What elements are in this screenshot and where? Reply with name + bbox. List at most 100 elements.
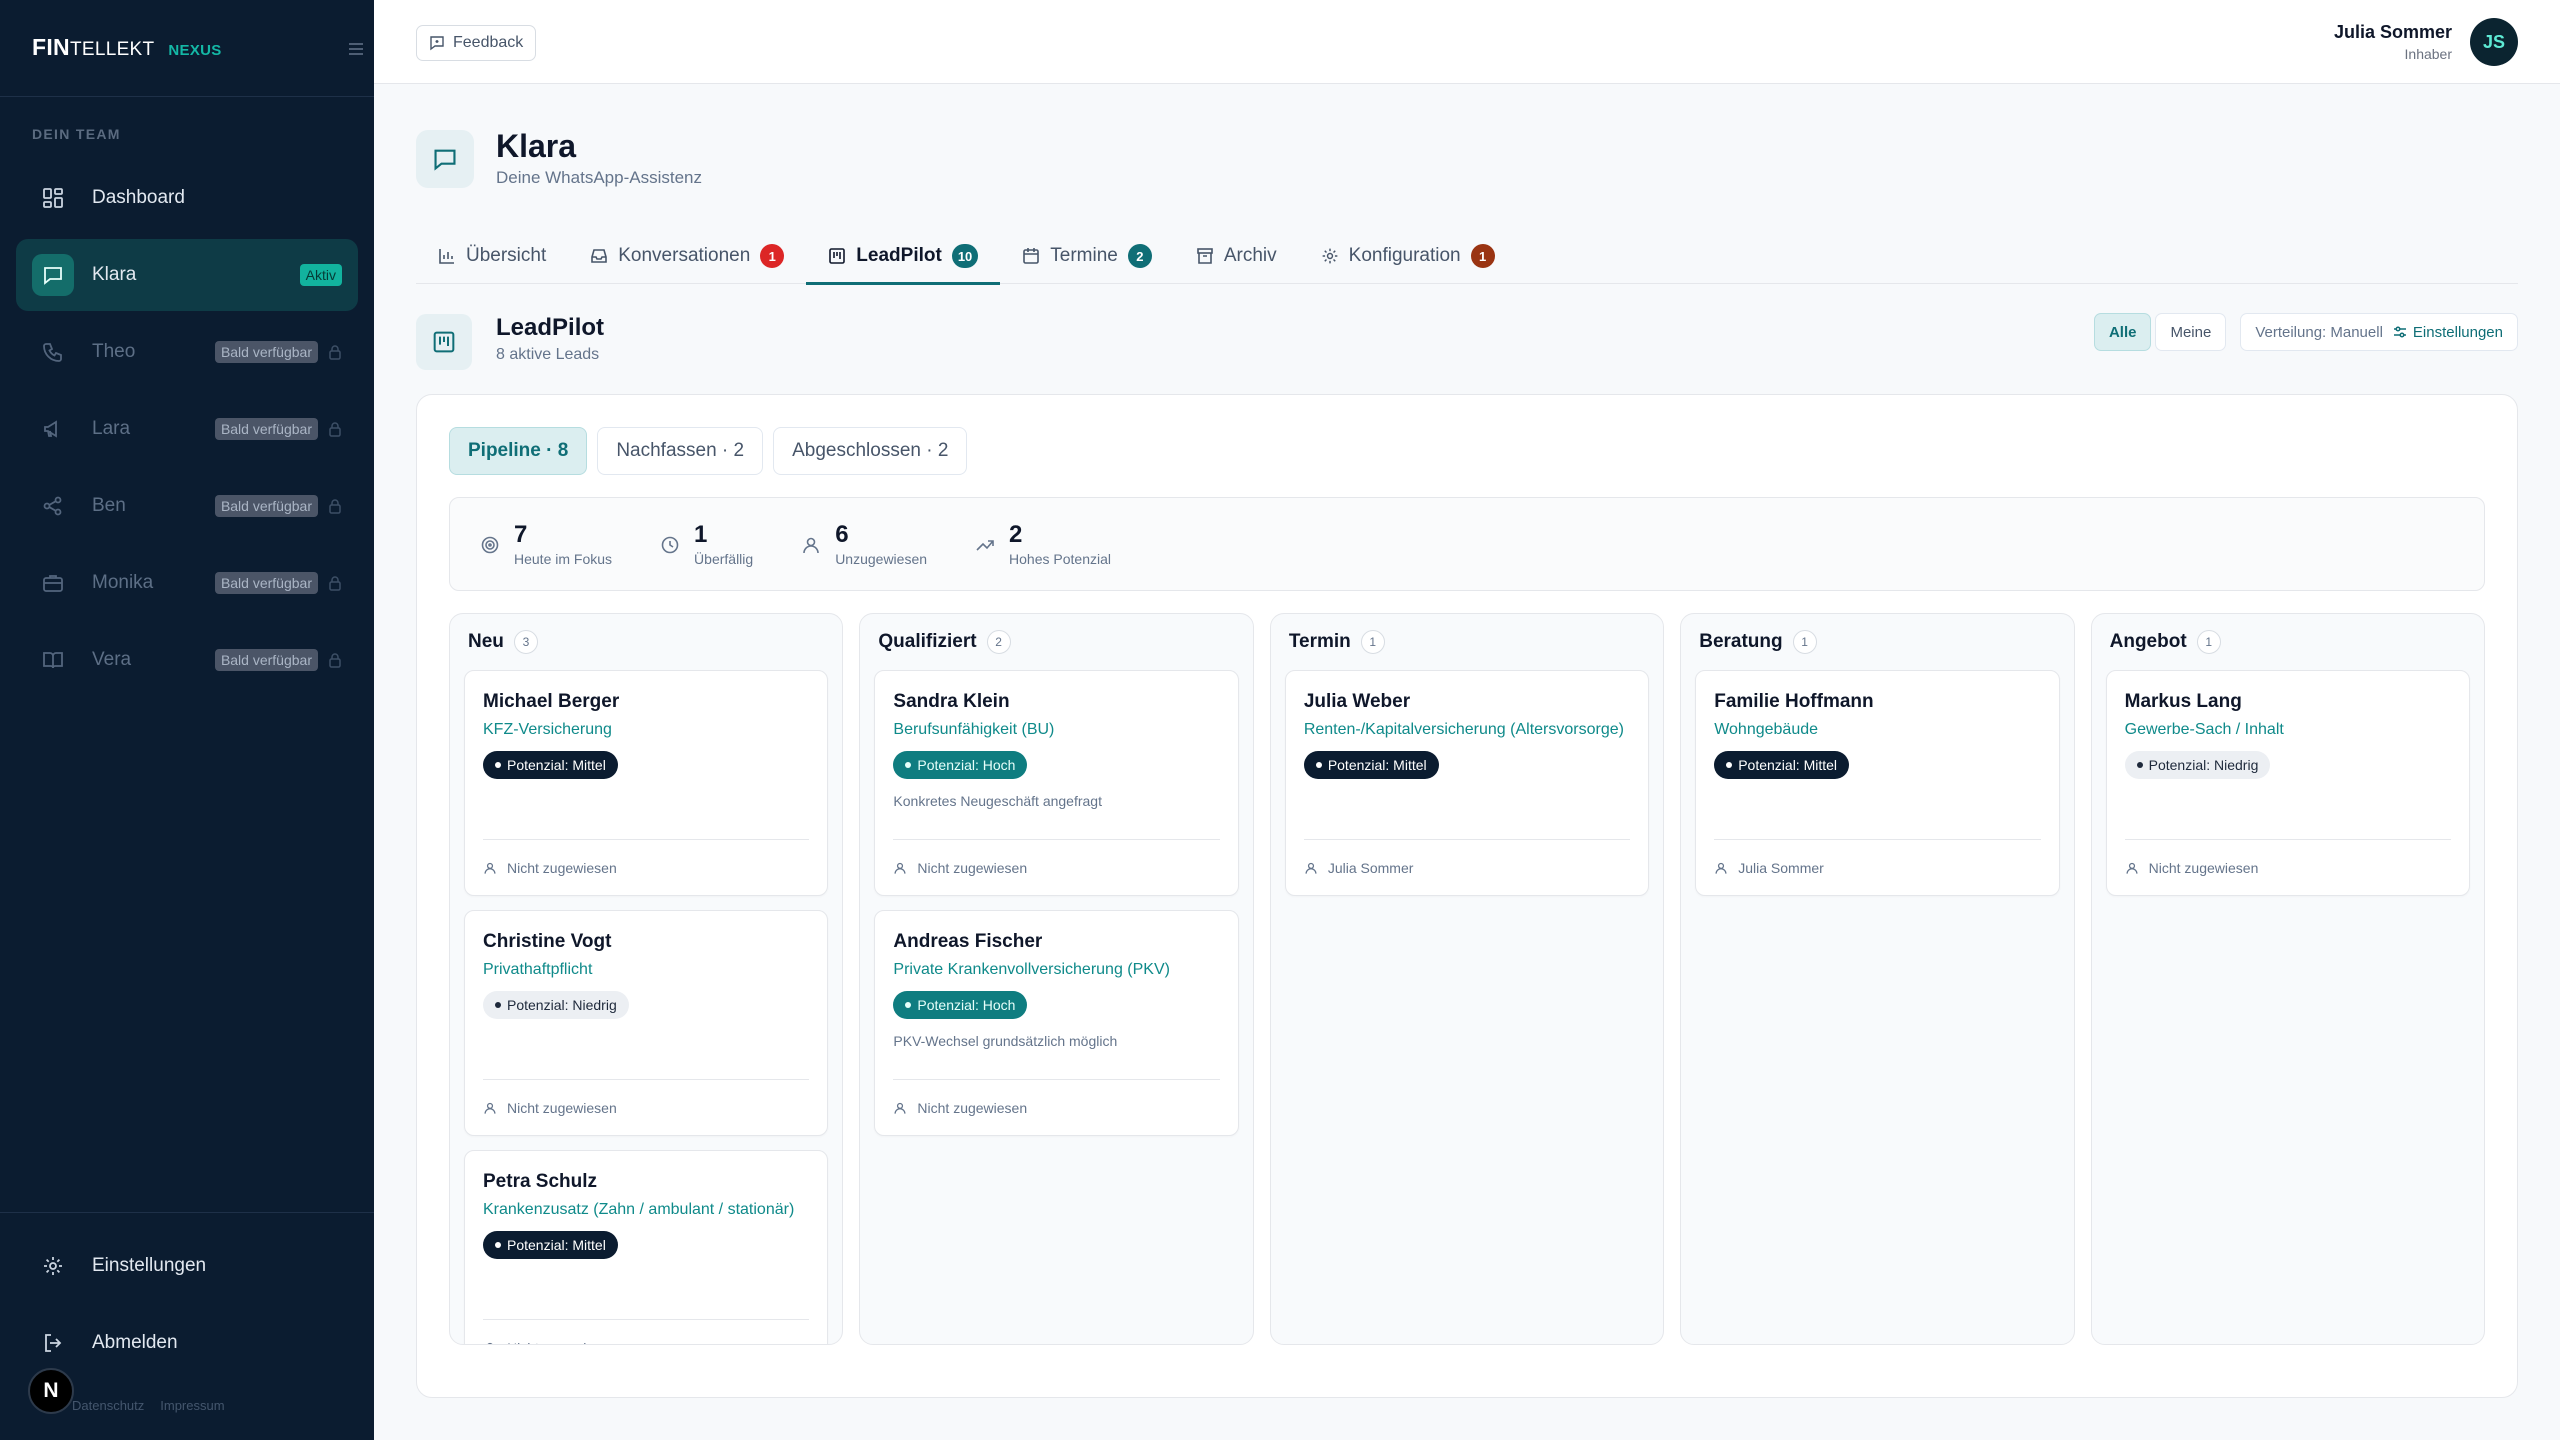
lead-card[interactable]: Petra Schulz Krankenzusatz (Zahn / ambula… [464, 1150, 829, 1344]
lead-product: Renten-/Kapitalversicherung (Altersvorso… [1303, 721, 1624, 738]
column-header: Neu 3 [464, 614, 828, 670]
tab-leadpilot[interactable]: LeadPilot 10 [806, 228, 1001, 285]
tab-archiv[interactable]: Archiv [1174, 228, 1299, 284]
sidebar-item-label: Einstellungen [92, 1255, 207, 1276]
lead-assignee: Nicht zugewiesen [893, 839, 1220, 895]
lead-card[interactable]: Julia Weber Renten-/Kapitalversicherung (… [1284, 670, 1650, 896]
feedback-button[interactable]: Feedback [416, 25, 537, 61]
potential-badge: Potenzial: Mittel [1714, 751, 1850, 779]
distribution-label: Verteilung: Manuell [2255, 323, 2383, 341]
column-count: 1 [2196, 630, 2221, 654]
lock-icon [328, 652, 342, 668]
imprint-link[interactable]: Impressum [160, 1398, 224, 1413]
brand-part-fin: FIN [32, 34, 70, 60]
sidebar-item-monika[interactable]: Monika Bald verfügbar [16, 547, 358, 619]
lead-card[interactable]: Familie Hoffmann Wohngebäude Potenzial: Mi… [1695, 670, 2060, 896]
column-title: Angebot [2109, 631, 2187, 652]
target-icon [480, 535, 500, 555]
lead-card[interactable]: Andreas Fischer Private Krankenvollversic… [874, 910, 1239, 1136]
sidebar-item-settings[interactable]: Einstellungen [16, 1230, 358, 1302]
distribution-control: Verteilung: Manuell Einstellungen [2240, 313, 2518, 351]
user-icon [893, 861, 907, 875]
subtab-abgeschlossen[interactable]: Abgeschlossen · 2 [773, 427, 968, 475]
tab-count-badge: 2 [1127, 244, 1152, 268]
lead-name: Petra Schulz [483, 1171, 598, 1192]
subtab-pipeline[interactable]: Pipeline · 8 [449, 427, 588, 475]
pipeline-column: Termin 1 Julia Weber Renten-/Kapitalversich… [1269, 613, 1665, 1345]
tab-konfiguration[interactable]: Konfiguration 1 [1299, 228, 1517, 284]
tab-konversationen[interactable]: Konversationen 1 [568, 228, 806, 284]
user-menu[interactable]: Julia Sommer Inhaber JS [2334, 18, 2518, 66]
sidebar-item-theo[interactable]: Theo Bald verfügbar [16, 316, 358, 388]
lock-icon [328, 498, 342, 514]
brand-logo[interactable]: FIN TELLEKT NEXUS [32, 34, 222, 61]
assignee-label: Nicht zugewiesen [507, 1099, 617, 1116]
sidebar-bottom-divider [0, 1212, 374, 1213]
sidebar-item-klara[interactable]: Klara Aktiv [16, 239, 358, 311]
sidebar-item-logout[interactable]: Abmelden [16, 1307, 358, 1379]
avatar[interactable]: JS [2470, 18, 2518, 66]
avatar[interactable]: N [28, 1368, 74, 1414]
privacy-link[interactable]: Datenschutz [72, 1398, 144, 1413]
sidebar-section-title: DEIN TEAM [32, 126, 121, 142]
sidebar-item-vera[interactable]: Vera Bald verfügbar [16, 624, 358, 696]
stat-focus: 7 Heute im Fokus [480, 521, 612, 567]
page-title: Klara [496, 128, 577, 164]
brand-part-tellekt: TELLEKT [69, 39, 155, 60]
pipeline-column: Qualifiziert 2 Sandra Klein Berufsunfähigke… [859, 613, 1254, 1345]
lead-assignee: Nicht zugewiesen [483, 1079, 810, 1135]
tab-uebersicht[interactable]: Übersicht [416, 228, 568, 284]
lead-card[interactable]: Christine Vogt Privathaftpflicht Potenzial… [464, 910, 829, 1136]
tab-termine[interactable]: Termine 2 [1000, 228, 1174, 284]
stat-value: 6 [835, 521, 849, 548]
stats-bar: 7 Heute im Fokus 1 Überfällig 6 Unzugewiese… [449, 497, 2485, 591]
column-header: Termin 1 [1285, 614, 1649, 670]
phone-icon [32, 331, 74, 373]
gear-icon [32, 1245, 74, 1287]
status-badge: Bald verfügbar [214, 649, 318, 671]
potential-badge: Potenzial: Mittel [483, 751, 618, 779]
column-count: 2 [986, 630, 1011, 654]
lead-board: Pipeline · 8 Nachfassen · 2 Abgeschlosse… [416, 394, 2518, 1398]
calendar-icon [1022, 247, 1040, 265]
sidebar-divider [0, 96, 374, 97]
lead-assignee: Nicht zugewiesen [893, 1079, 1220, 1135]
assignee-label: Julia Sommer [1327, 859, 1414, 876]
assignee-label: Nicht zugewiesen [507, 859, 617, 876]
legal-links: Datenschutz Impressum [72, 1398, 225, 1413]
pipeline-columns: Neu 3 Michael Berger KFZ-Versicherung Potenz… [449, 613, 2486, 1345]
tab-bar: Übersicht Konversationen 1 LeadPilot 10 … [416, 228, 2518, 285]
lead-assignee: Nicht zugewiesen [483, 839, 810, 895]
distribution-settings-button[interactable]: Einstellungen [2393, 324, 2503, 341]
sidebar-item-label: Klara [92, 264, 137, 285]
column-title: Termin [1288, 631, 1351, 652]
stat-value: 2 [1009, 521, 1023, 548]
user-name: Julia Sommer [2333, 22, 2452, 42]
sidebar-item-lara[interactable]: Lara Bald verfügbar [16, 393, 358, 465]
lead-card[interactable]: Michael Berger KFZ-Versicherung Potenzial:… [464, 670, 829, 896]
potential-badge: Potenzial: Mittel [483, 1231, 618, 1259]
lead-product: Berufsunfähigkeit (BU) [893, 721, 1055, 738]
column-header: Angebot 1 [2106, 614, 2470, 670]
section-subtitle: 8 aktive Leads [496, 346, 600, 363]
chat-icon [416, 130, 474, 188]
lead-card[interactable]: Sandra Klein Berufsunfähigkeit (BU) Potenz… [874, 670, 1239, 896]
sidebar-item-dashboard[interactable]: Dashboard [16, 162, 358, 234]
lead-assignee: Julia Sommer [1714, 839, 2041, 895]
status-badge: Bald verfügbar [214, 572, 318, 594]
filter-all-button[interactable]: Alle [2093, 313, 2152, 351]
lead-name: Andreas Fischer [893, 931, 1043, 952]
sidebar-item-ben[interactable]: Ben Bald verfügbar [16, 470, 358, 542]
subtab-nachfassen[interactable]: Nachfassen · 2 [597, 427, 764, 475]
lead-card[interactable]: Markus Lang Gewerbe-Sach / Inhalt Potenzia… [2105, 670, 2471, 896]
lead-note: Konkretes Neugeschäft angefragt [893, 793, 1102, 809]
filter-mine-button[interactable]: Meine [2155, 313, 2227, 351]
pipeline-column: Beratung 1 Familie Hoffmann Wohngebäude Pote… [1680, 613, 2075, 1345]
assignee-label: Nicht zugewiesen [2148, 859, 2259, 876]
stat-overdue: 1 Überfällig [660, 521, 753, 567]
menu-toggle-icon[interactable] [347, 40, 365, 58]
stat-value: 7 [514, 521, 528, 548]
lead-note: PKV-Wechsel grundsätzlich möglich [893, 1033, 1118, 1049]
user-role: Inhaber [2404, 46, 2452, 62]
column-header: Qualifiziert 2 [874, 614, 1238, 670]
